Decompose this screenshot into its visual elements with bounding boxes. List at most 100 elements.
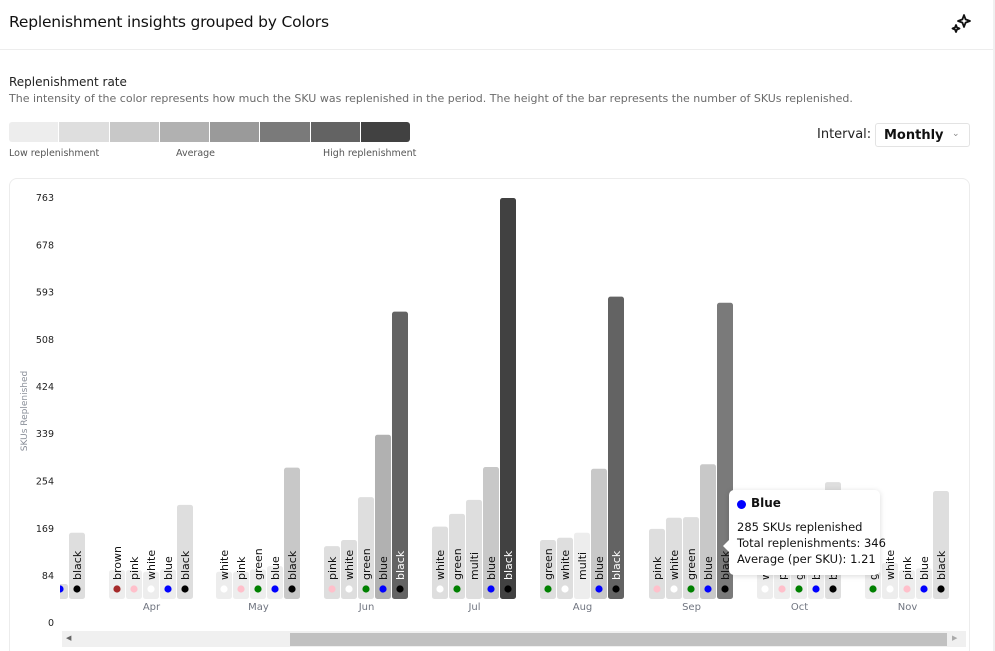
bar-label: white — [668, 550, 681, 580]
color-swatch-blue — [379, 585, 387, 593]
color-swatch-black — [721, 585, 729, 593]
bar-label: blue — [918, 556, 931, 580]
color-swatch-white — [561, 585, 569, 593]
scroll-left-icon[interactable]: ◀ — [66, 634, 71, 642]
bar-jul-black[interactable] — [500, 198, 516, 599]
bar-jun-green[interactable] — [358, 497, 374, 599]
x-tick-label: Sep — [682, 602, 701, 613]
bar-label: blue — [162, 556, 175, 580]
y-tick-label: 424 — [36, 382, 54, 393]
color-swatch-white — [220, 585, 228, 593]
color-swatch-black — [829, 585, 837, 593]
color-swatch-black — [612, 585, 620, 593]
color-swatch-black — [73, 585, 81, 593]
bar-label: white — [343, 550, 356, 580]
bar-label: black — [610, 550, 623, 580]
y-tick-label: 169 — [36, 524, 54, 535]
color-swatch-blue — [812, 585, 820, 593]
x-tick-label: Jun — [358, 602, 375, 613]
color-swatch-black — [396, 585, 404, 593]
color-swatch-green — [869, 585, 877, 593]
y-tick-label: 254 — [36, 477, 54, 488]
bar-label: multi — [576, 552, 589, 580]
bar-label: white — [218, 550, 231, 580]
bar-label: blue — [702, 556, 715, 580]
color-swatch-pink — [903, 585, 911, 593]
color-swatch-blue — [487, 585, 495, 593]
color-swatch-blue — [595, 585, 603, 593]
y-tick-label: 763 — [36, 193, 54, 204]
bar-label: pink — [651, 556, 664, 580]
bar-label: multi — [468, 552, 481, 580]
bar-label: green — [685, 548, 698, 580]
color-swatch-brown — [113, 585, 121, 593]
bar-label: blue — [485, 556, 498, 580]
color-swatch-green — [544, 585, 552, 593]
color-swatch-blue — [704, 585, 712, 593]
bar-label: black — [179, 550, 192, 580]
scroll-thumb[interactable] — [290, 633, 947, 646]
horizontal-scrollbar[interactable]: ◀ ▶ — [62, 631, 966, 647]
color-swatch-black — [504, 585, 512, 593]
bar-label: black — [935, 550, 948, 580]
bar-label: white — [434, 550, 447, 580]
scroll-right-icon[interactable]: ▶ — [952, 634, 957, 642]
bar-label: brown — [111, 546, 124, 580]
bar-label: black — [394, 550, 407, 580]
bar-label: pink — [235, 556, 248, 580]
bar-nov-black[interactable] — [933, 490, 949, 599]
color-swatch-white — [436, 585, 444, 593]
color-swatch-green — [254, 585, 262, 593]
y-tick-label: 508 — [36, 335, 54, 346]
bar-label: green — [360, 548, 373, 580]
bar-label: blue — [269, 556, 282, 580]
color-swatch-pink — [130, 585, 138, 593]
x-tick-label: Aug — [573, 602, 593, 613]
x-tick-label: Jul — [467, 602, 480, 613]
y-tick-label: 593 — [36, 288, 54, 299]
color-swatch-blue — [920, 585, 928, 593]
color-swatch-green — [795, 585, 803, 593]
x-tick-label: May — [248, 602, 269, 613]
color-swatch-green — [453, 585, 461, 593]
color-swatch-white — [761, 585, 769, 593]
x-tick-label: Oct — [791, 602, 808, 613]
color-swatch-green — [362, 585, 370, 593]
color-swatch-pink — [778, 585, 786, 593]
tooltip-color-dot — [737, 500, 746, 509]
color-swatch-green — [687, 585, 695, 593]
tooltip-title: Blue — [751, 496, 781, 510]
y-tick-label: 678 — [36, 240, 54, 251]
bar-label: black — [286, 550, 299, 580]
color-swatch-black — [181, 585, 189, 593]
color-swatch-white — [670, 585, 678, 593]
color-swatch-white — [345, 585, 353, 593]
bar-label: blue — [593, 556, 606, 580]
bar-label: blue — [377, 556, 390, 580]
color-swatch-blue — [271, 585, 279, 593]
color-swatch-black — [288, 585, 296, 593]
y-tick-label: 339 — [36, 429, 54, 440]
color-swatch-white — [886, 585, 894, 593]
x-tick-label: Nov — [898, 602, 918, 613]
color-swatch-blue — [60, 585, 64, 593]
bar-label: white — [145, 550, 158, 580]
bar-label: black — [502, 550, 515, 580]
bar-label: black — [71, 550, 84, 580]
tooltip-average: Average (per SKU): 1.21 — [737, 552, 876, 566]
bar-label: green — [542, 548, 555, 580]
bar-tooltip: Blue 285 SKUs replenished Total replenis… — [723, 490, 886, 575]
color-swatch-pink — [328, 585, 336, 593]
color-swatch-pink — [237, 585, 245, 593]
bar-label: green — [451, 548, 464, 580]
y-tick-label: 84 — [42, 571, 54, 582]
color-swatch-blue — [164, 585, 172, 593]
tooltip-total: Total replenishments: 346 — [737, 536, 886, 550]
bar-jul-multi[interactable] — [466, 499, 482, 599]
color-swatch-white — [147, 585, 155, 593]
color-swatch-pink — [653, 585, 661, 593]
tooltip-skus: 285 SKUs replenished — [737, 520, 863, 534]
bar-label: pink — [128, 556, 141, 580]
bar-label: pink — [326, 556, 339, 580]
x-tick-label: Apr — [143, 602, 161, 613]
